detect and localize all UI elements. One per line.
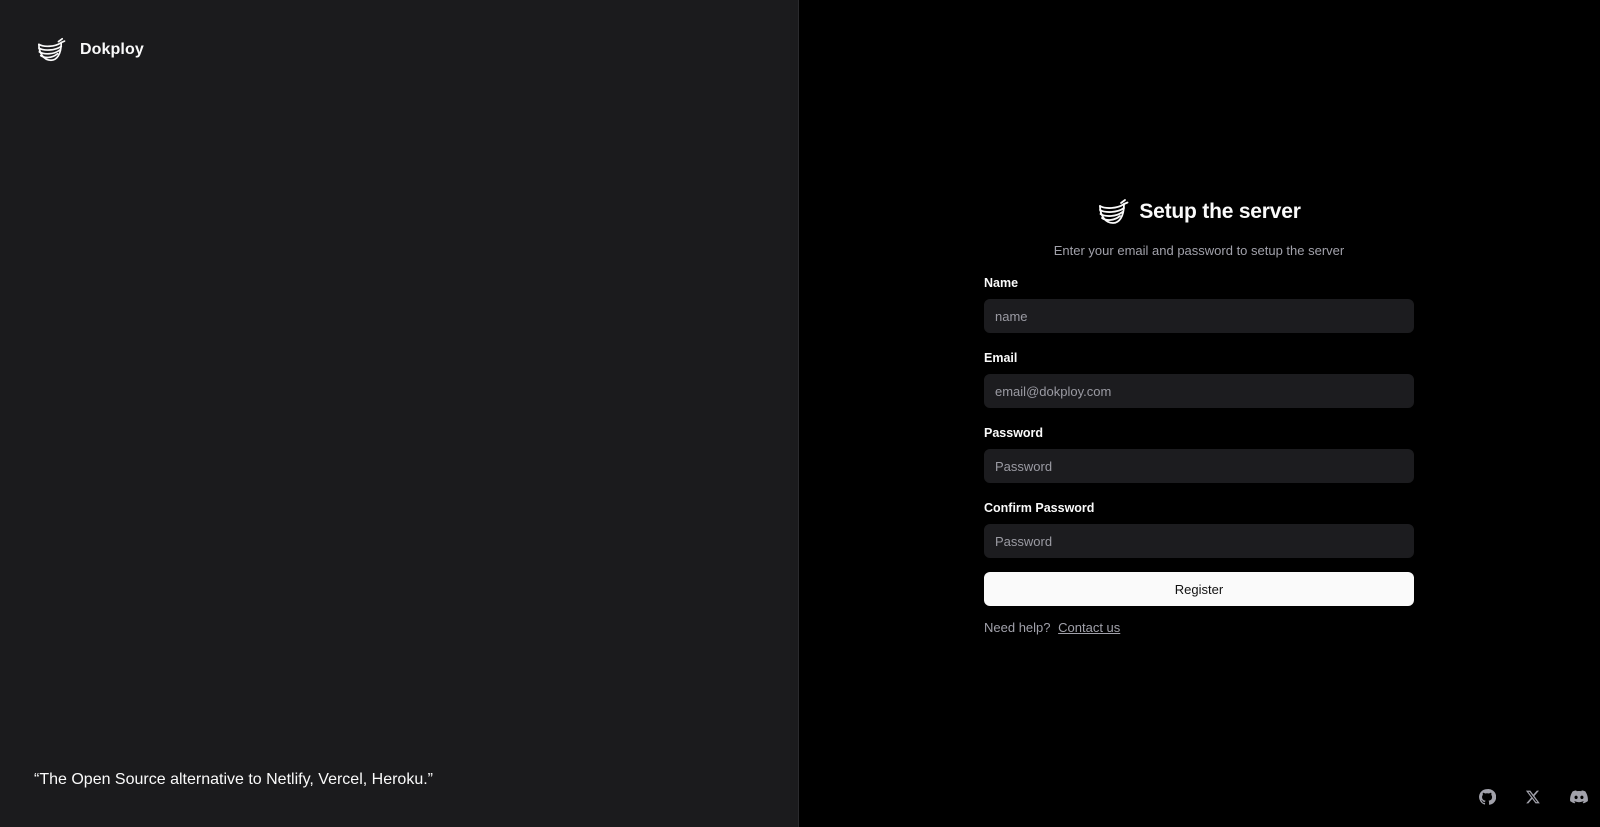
page-subtitle: Enter your email and password to setup t…	[1053, 243, 1345, 258]
email-input[interactable]	[984, 374, 1414, 408]
contact-us-link[interactable]: Contact us	[1058, 620, 1120, 635]
setup-page: Dokploy “The Open Source alternative to …	[0, 0, 1600, 827]
social-links	[1476, 786, 1590, 808]
brand-panel: Dokploy “The Open Source alternative to …	[0, 0, 799, 827]
help-text: Need help?	[984, 620, 1051, 635]
dokploy-whale-icon	[1097, 197, 1129, 227]
tagline-quote: “The Open Source alternative to Netlify,…	[34, 771, 433, 788]
name-field-group: Name	[984, 276, 1414, 333]
confirm-password-label: Confirm Password	[984, 501, 1095, 515]
brand-name: Dokploy	[80, 41, 144, 58]
setup-form: Setup the server Enter your email and pa…	[984, 197, 1414, 635]
confirm-password-field-group: Confirm Password	[984, 501, 1414, 558]
email-field-group: Email	[984, 351, 1414, 408]
register-button[interactable]: Register	[984, 572, 1414, 606]
form-panel: Setup the server Enter your email and pa…	[799, 0, 1600, 827]
password-label: Password	[984, 426, 1044, 440]
brand-header: Dokploy	[36, 36, 144, 64]
confirm-password-input[interactable]	[984, 524, 1414, 558]
name-input[interactable]	[984, 299, 1414, 333]
page-title: Setup the server	[1139, 200, 1301, 223]
discord-icon[interactable]	[1568, 786, 1590, 808]
password-field-group: Password	[984, 426, 1414, 483]
dokploy-whale-icon	[36, 36, 66, 64]
password-input[interactable]	[984, 449, 1414, 483]
x-twitter-icon[interactable]	[1522, 786, 1544, 808]
email-label: Email	[984, 351, 1018, 365]
github-icon[interactable]	[1476, 786, 1498, 808]
name-label: Name	[984, 276, 1019, 290]
form-heading: Setup the server	[984, 197, 1414, 227]
help-row: Need help? Contact us	[984, 620, 1414, 635]
